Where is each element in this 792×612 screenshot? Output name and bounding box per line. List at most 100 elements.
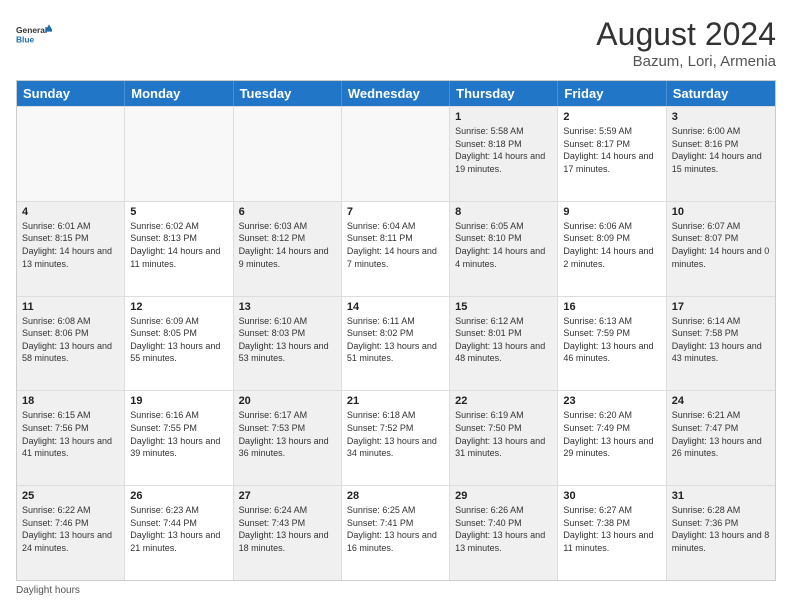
calendar-cell: 14Sunrise: 6:11 AM Sunset: 8:02 PM Dayli… (342, 297, 450, 391)
day-number: 30 (563, 490, 660, 502)
weekday-header-tuesday: Tuesday (234, 81, 342, 106)
calendar-row-3: 18Sunrise: 6:15 AM Sunset: 7:56 PM Dayli… (17, 390, 775, 485)
calendar-cell: 3Sunrise: 6:00 AM Sunset: 8:16 PM Daylig… (667, 107, 775, 201)
calendar-cell: 4 Sunrise: 6:01 AM Sunset: 8:15 PM Daylig… (17, 202, 125, 296)
calendar-cell: 31 Sunrise: 6:28 AM Sunset: 7:36 PM Dayli… (667, 486, 775, 580)
weekday-header-monday: Monday (125, 81, 233, 106)
calendar-cell: 1 Sunrise: 5:58 AM Sunset: 8:18 PM Daylig… (450, 107, 558, 201)
title-block: August 2024 Bazum, Lori, Armenia (596, 16, 776, 70)
cell-details: Sunrise: 6:13 AM Sunset: 7:59 PM Dayligh… (563, 315, 660, 365)
day-number: 27 (239, 490, 336, 502)
calendar-cell: 26 Sunrise: 6:23 AM Sunset: 7:44 PM Dayli… (125, 486, 233, 580)
weekday-header-thursday: Thursday (450, 81, 558, 106)
day-number: 4 (22, 206, 119, 218)
day-number: 19 (130, 395, 227, 407)
cell-details: Sunrise: 6:11 AM Sunset: 8:02 PM Dayligh… (347, 315, 444, 365)
day-number: 22 (455, 395, 552, 407)
cell-details: Sunrise: 6:01 AM Sunset: 8:15 PM Dayligh… (22, 220, 119, 270)
cell-details: Sunrise: 6:17 AM Sunset: 7:53 PM Dayligh… (239, 409, 336, 459)
calendar-cell (17, 107, 125, 201)
day-number: 12 (130, 301, 227, 313)
cell-details: Sunrise: 6:24 AM Sunset: 7:43 PM Dayligh… (239, 504, 336, 554)
cell-details: Sunrise: 6:00 AM Sunset: 8:16 PM Dayligh… (672, 125, 770, 175)
calendar-cell: 23 Sunrise: 6:20 AM Sunset: 7:49 PM Dayli… (558, 391, 666, 485)
day-number: 25 (22, 490, 119, 502)
cell-details: Sunrise: 6:19 AM Sunset: 7:50 PM Dayligh… (455, 409, 552, 459)
calendar-cell (342, 107, 450, 201)
day-number: 6 (239, 206, 336, 218)
cell-details: Sunrise: 6:28 AM Sunset: 7:36 PM Dayligh… (672, 504, 770, 554)
cell-details: Sunrise: 6:12 AM Sunset: 8:01 PM Dayligh… (455, 315, 552, 365)
calendar-cell: 19Sunrise: 6:16 AM Sunset: 7:55 PM Dayli… (125, 391, 233, 485)
day-number: 26 (130, 490, 227, 502)
cell-details: Sunrise: 6:04 AM Sunset: 8:11 PM Dayligh… (347, 220, 444, 270)
day-number: 23 (563, 395, 660, 407)
calendar: SundayMondayTuesdayWednesdayThursdayFrid… (16, 80, 776, 581)
location-subtitle: Bazum, Lori, Armenia (596, 53, 776, 70)
calendar-cell: 30 Sunrise: 6:27 AM Sunset: 7:38 PM Dayli… (558, 486, 666, 580)
calendar-body: 1 Sunrise: 5:58 AM Sunset: 8:18 PM Daylig… (17, 106, 775, 580)
day-number: 18 (22, 395, 119, 407)
day-number: 17 (672, 301, 770, 313)
cell-details: Sunrise: 6:05 AM Sunset: 8:10 PM Dayligh… (455, 220, 552, 270)
calendar-cell: 28 Sunrise: 6:25 AM Sunset: 7:41 PM Dayli… (342, 486, 450, 580)
calendar-row-0: 1 Sunrise: 5:58 AM Sunset: 8:18 PM Daylig… (17, 106, 775, 201)
day-number: 28 (347, 490, 444, 502)
weekday-header-sunday: Sunday (17, 81, 125, 106)
cell-details: Sunrise: 6:25 AM Sunset: 7:41 PM Dayligh… (347, 504, 444, 554)
cell-details: Sunrise: 6:14 AM Sunset: 7:58 PM Dayligh… (672, 315, 770, 365)
cell-details: Sunrise: 5:58 AM Sunset: 8:18 PM Dayligh… (455, 125, 552, 175)
cell-details: Sunrise: 6:08 AM Sunset: 8:06 PM Dayligh… (22, 315, 119, 365)
calendar-cell (234, 107, 342, 201)
cell-details: Sunrise: 6:10 AM Sunset: 8:03 PM Dayligh… (239, 315, 336, 365)
calendar-cell: 10Sunrise: 6:07 AM Sunset: 8:07 PM Dayli… (667, 202, 775, 296)
weekday-header-saturday: Saturday (667, 81, 775, 106)
cell-details: Sunrise: 6:20 AM Sunset: 7:49 PM Dayligh… (563, 409, 660, 459)
calendar-row-2: 11 Sunrise: 6:08 AM Sunset: 8:06 PM Dayli… (17, 296, 775, 391)
day-number: 1 (455, 111, 552, 123)
svg-text:Blue: Blue (16, 34, 35, 44)
calendar-cell: 24 Sunrise: 6:21 AM Sunset: 7:47 PM Dayli… (667, 391, 775, 485)
calendar-header: SundayMondayTuesdayWednesdayThursdayFrid… (17, 81, 775, 106)
cell-details: Sunrise: 6:26 AM Sunset: 7:40 PM Dayligh… (455, 504, 552, 554)
day-number: 29 (455, 490, 552, 502)
day-number: 31 (672, 490, 770, 502)
day-number: 7 (347, 206, 444, 218)
calendar-cell: 16Sunrise: 6:13 AM Sunset: 7:59 PM Dayli… (558, 297, 666, 391)
day-number: 8 (455, 206, 552, 218)
calendar-cell (125, 107, 233, 201)
weekday-header-friday: Friday (558, 81, 666, 106)
calendar-cell: 21 Sunrise: 6:18 AM Sunset: 7:52 PM Dayli… (342, 391, 450, 485)
day-number: 2 (563, 111, 660, 123)
cell-details: Sunrise: 5:59 AM Sunset: 8:17 PM Dayligh… (563, 125, 660, 175)
calendar-cell: 15 Sunrise: 6:12 AM Sunset: 8:01 PM Dayli… (450, 297, 558, 391)
cell-details: Sunrise: 6:21 AM Sunset: 7:47 PM Dayligh… (672, 409, 770, 459)
calendar-cell: 25Sunrise: 6:22 AM Sunset: 7:46 PM Dayli… (17, 486, 125, 580)
calendar-cell: 9Sunrise: 6:06 AM Sunset: 8:09 PM Daylig… (558, 202, 666, 296)
calendar-cell: 5Sunrise: 6:02 AM Sunset: 8:13 PM Daylig… (125, 202, 233, 296)
day-number: 21 (347, 395, 444, 407)
calendar-cell: 7 Sunrise: 6:04 AM Sunset: 8:11 PM Daylig… (342, 202, 450, 296)
day-number: 24 (672, 395, 770, 407)
cell-details: Sunrise: 6:03 AM Sunset: 8:12 PM Dayligh… (239, 220, 336, 270)
cell-details: Sunrise: 6:18 AM Sunset: 7:52 PM Dayligh… (347, 409, 444, 459)
day-number: 5 (130, 206, 227, 218)
calendar-cell: 27 Sunrise: 6:24 AM Sunset: 7:43 PM Dayli… (234, 486, 342, 580)
weekday-header-wednesday: Wednesday (342, 81, 450, 106)
logo-svg: General Blue (16, 16, 52, 52)
cell-details: Sunrise: 6:07 AM Sunset: 8:07 PM Dayligh… (672, 220, 770, 270)
calendar-cell: 20 Sunrise: 6:17 AM Sunset: 7:53 PM Dayli… (234, 391, 342, 485)
calendar-cell: 13Sunrise: 6:10 AM Sunset: 8:03 PM Dayli… (234, 297, 342, 391)
month-year-title: August 2024 (596, 16, 776, 53)
cell-details: Sunrise: 6:06 AM Sunset: 8:09 PM Dayligh… (563, 220, 660, 270)
cell-details: Sunrise: 6:27 AM Sunset: 7:38 PM Dayligh… (563, 504, 660, 554)
logo: General Blue (16, 16, 52, 52)
calendar-row-4: 25Sunrise: 6:22 AM Sunset: 7:46 PM Dayli… (17, 485, 775, 580)
svg-text:General: General (16, 25, 47, 35)
calendar-cell: 11 Sunrise: 6:08 AM Sunset: 8:06 PM Dayli… (17, 297, 125, 391)
cell-details: Sunrise: 6:23 AM Sunset: 7:44 PM Dayligh… (130, 504, 227, 554)
day-number: 11 (22, 301, 119, 313)
day-number: 20 (239, 395, 336, 407)
day-number: 15 (455, 301, 552, 313)
calendar-cell: 12Sunrise: 6:09 AM Sunset: 8:05 PM Dayli… (125, 297, 233, 391)
